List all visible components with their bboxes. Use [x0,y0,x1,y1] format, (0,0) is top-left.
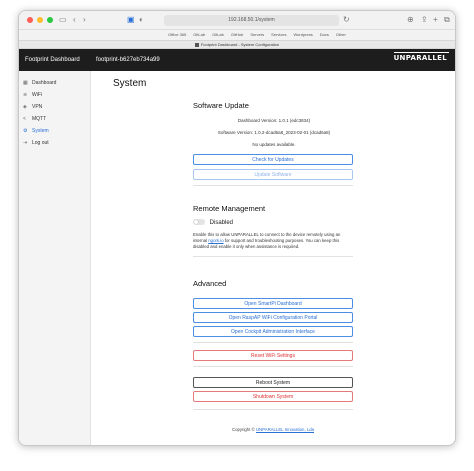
reload-icon[interactable]: ↻ [343,15,350,25]
open-raspap-button[interactable]: Open RaspAP WiFi Configuration Portal [193,312,353,323]
new-tab-icon[interactable]: + [433,15,438,25]
page-title: System [113,78,147,89]
sidebar-item-label: MQTT [32,116,47,122]
address-bar[interactable]: 192.168.50.1/system [164,15,339,26]
remote-management-title: Remote Management [193,204,266,213]
browser-toolbar: ▭ ‹ › ▣ ◐ 192.168.50.1/system ↻ ⊕ ⇪ + ⧉ [19,11,455,30]
check-updates-button[interactable]: Check for Updates [193,154,353,165]
sidebar-item-logout[interactable]: ⇥ Log out [19,137,90,149]
bookmark-item[interactable]: Docs [320,30,329,40]
bookmark-item[interactable]: GitHub [231,30,243,40]
unparallel-logo: UNPARALLEL [393,52,449,62]
remote-management-section: Remote Management Disabled Enable this t… [193,204,355,257]
update-status: No updates available. [252,142,296,147]
divider [193,409,353,410]
divider [193,342,353,343]
sidebar-item-label: VPN [32,104,43,110]
remote-description: Enable this to allow UNPARALLEL to conne… [193,231,341,249]
sidebar-item-label: WiFi [32,92,42,98]
ngrok-link[interactable]: ngork.io [208,238,223,243]
bookmark-item[interactable]: GitLab [193,30,205,40]
divider [193,255,353,257]
footer: Copyright © UNPARALLEL Innovation, Lda [232,427,314,432]
software-update-title: Software Update [193,101,249,110]
remote-toggle-label: Disabled [209,219,234,226]
wifi-icon: ≋ [23,92,28,98]
favicon-icon [194,42,199,47]
bookmark-item[interactable]: Servers [250,30,264,40]
share-icon[interactable]: ⇪ [421,15,428,25]
reboot-button[interactable]: Reboot System [193,377,353,388]
sidebar-toggle-icon[interactable]: ▭ [59,15,67,25]
divider [193,366,353,367]
device-name: footprint-b627eb734a99 [96,57,160,63]
window-controls [27,17,53,23]
bookmark-item[interactable]: Services [271,30,286,40]
back-icon[interactable]: ‹ [73,15,76,25]
minimize-window-button[interactable] [37,17,43,23]
privacy-shield-icon[interactable]: ◐ [139,15,144,25]
reset-wifi-button[interactable]: Reset WiFi Settings [193,350,353,361]
sidebar-item-vpn[interactable]: ◈ VPN [19,101,90,113]
advanced-title: Advanced [193,279,227,288]
update-software-button[interactable]: Update Software [193,169,353,180]
divider [193,185,353,186]
remote-toggle-row: Disabled [193,219,355,226]
app-header: Footprint Dashboard footprint-b627eb734a… [19,49,455,71]
sidebar-item-mqtt[interactable]: < MQTT [19,113,90,125]
shield-icon: ◈ [23,104,27,110]
download-icon[interactable]: ⊕ [407,15,414,25]
sidebar-item-label: Dashboard [32,80,57,86]
grid-icon: ▦ [23,80,28,86]
gear-icon: ⚙ [23,128,28,134]
bookmark-item[interactable]: Office 365 [168,30,186,40]
logout-icon: ⇥ [23,140,28,146]
bookmarks-bar: Office 365 GitLab GitLab GitHub Servers … [19,30,455,40]
main-content: System Software Update Dashboard Version… [91,71,455,445]
software-version: Software Version: 1.0.2-dcad6a8_2023-02-… [217,130,331,135]
sidebar-item-label: System [32,128,49,134]
open-smartpi-button[interactable]: Open SmartPi Dashboard [193,298,353,309]
tab-title[interactable]: Footprint Dashboard - System Configurati… [201,42,279,47]
forward-icon[interactable]: › [83,15,86,25]
sidebar-item-system[interactable]: ⚙ System [19,125,90,137]
bookmark-item[interactable]: Other [336,30,346,40]
advanced-section: Advanced Open SmartPi Dashboard Open Ras… [193,279,355,410]
remote-management-toggle[interactable] [193,219,205,225]
brand-title[interactable]: Footprint Dashboard [19,57,91,63]
close-window-button[interactable] [27,17,33,23]
extension-icon[interactable]: ▣ [127,15,135,25]
software-update-section: Software Update Dashboard Version: 1.0.1… [193,101,355,186]
open-cockpit-button[interactable]: Open Cockpit Administration Interface [193,326,353,337]
tab-bar: Footprint Dashboard - System Configurati… [19,40,455,49]
browser-window: ▭ ‹ › ▣ ◐ 192.168.50.1/system ↻ ⊕ ⇪ + ⧉ … [18,10,456,446]
bookmark-item[interactable]: Wordpress [293,30,312,40]
dashboard-version: Dashboard Version: 1.0.1 (edc3834) [237,118,311,123]
share-icon: < [23,116,26,122]
sidebar-item-label: Log out [32,140,49,146]
shutdown-button[interactable]: Shutdown System [193,391,353,402]
maximize-window-button[interactable] [47,17,53,23]
company-link[interactable]: UNPARALLEL Innovation, Lda [256,427,314,432]
bookmark-item[interactable]: GitLab [212,30,224,40]
sidebar: ▦ Dashboard ≋ WiFi ◈ VPN < MQTT ⚙ System… [19,71,91,445]
sidebar-item-dashboard[interactable]: ▦ Dashboard [19,77,90,89]
sidebar-item-wifi[interactable]: ≋ WiFi [19,89,90,101]
tab-overview-icon[interactable]: ⧉ [444,15,450,25]
